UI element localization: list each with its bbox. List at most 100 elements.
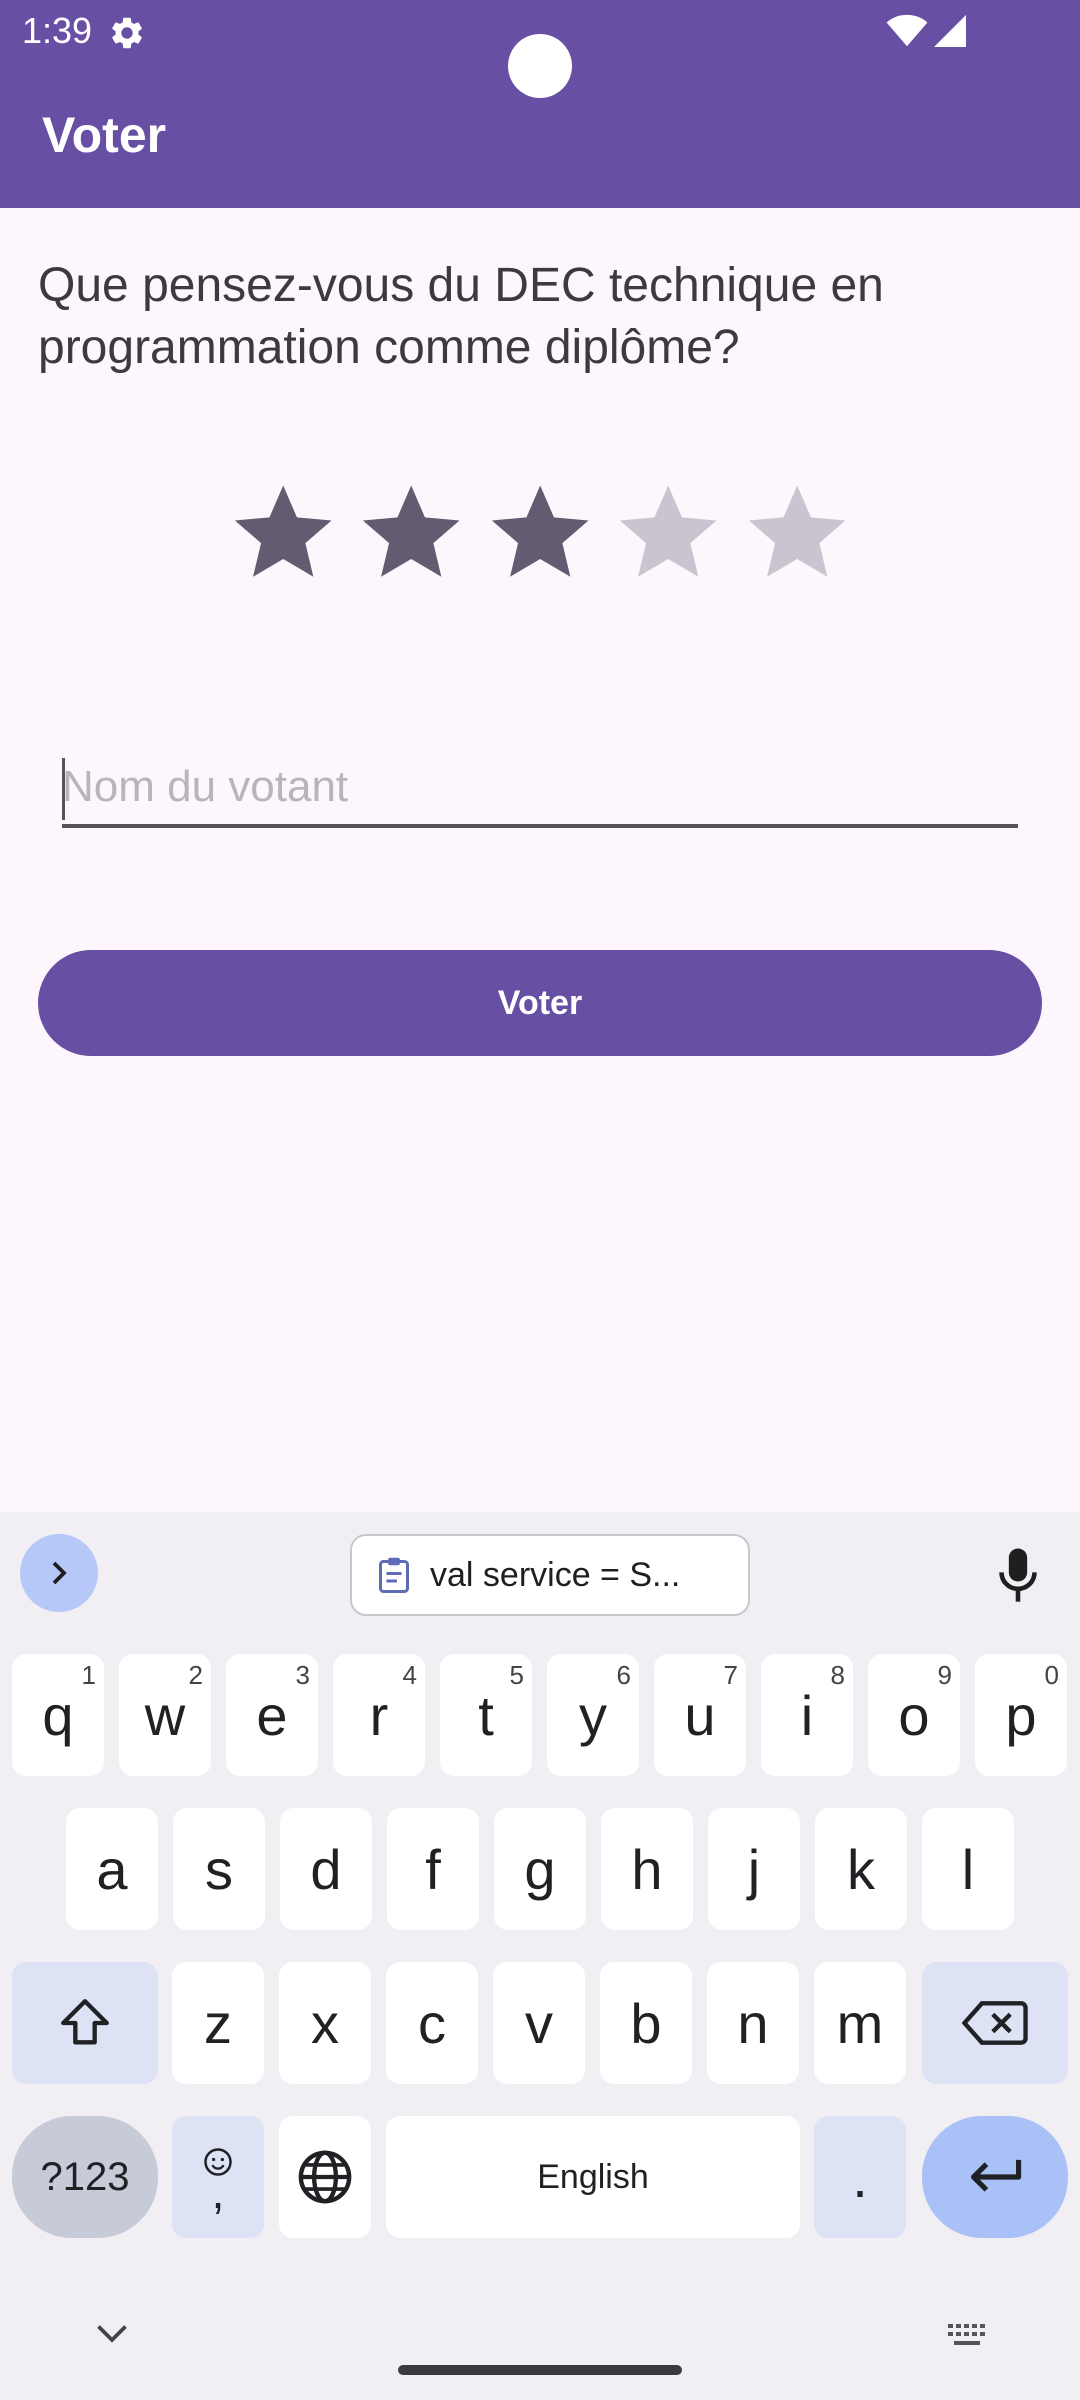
key-l[interactable]: l xyxy=(922,1808,1014,1930)
wifi-icon xyxy=(886,14,928,47)
star-filled-icon[interactable] xyxy=(358,478,464,586)
key-d-label: d xyxy=(310,1837,342,1901)
key-r-hint: 4 xyxy=(402,1660,417,1690)
star-filled-icon[interactable] xyxy=(487,478,593,586)
microphone-icon[interactable] xyxy=(996,1546,1040,1606)
key-t-hint: 5 xyxy=(509,1660,524,1690)
key-o-hint: 9 xyxy=(937,1660,952,1690)
text-caret xyxy=(62,758,65,820)
key-c-label: c xyxy=(418,1991,446,2055)
key-x[interactable]: x xyxy=(279,1962,371,2084)
key-y-hint: 6 xyxy=(616,1660,631,1690)
app-bar: 1:39 Voter xyxy=(0,0,1080,208)
key-u-hint: 7 xyxy=(723,1660,738,1690)
key-z[interactable]: z xyxy=(172,1962,264,2084)
key-z-label: z xyxy=(204,1991,232,2055)
key-w[interactable]: w2 xyxy=(119,1654,211,1776)
key-a[interactable]: a xyxy=(66,1808,158,1930)
key-r[interactable]: r4 xyxy=(333,1654,425,1776)
keyboard-switch-icon[interactable] xyxy=(946,2322,990,2350)
key-s[interactable]: s xyxy=(173,1808,265,1930)
key-i-label: i xyxy=(800,1683,814,1747)
symbols-key[interactable]: ?123 xyxy=(12,2116,158,2238)
key-m-label: m xyxy=(836,1991,884,2055)
period-key-label: . xyxy=(852,2145,868,2209)
key-f[interactable]: f xyxy=(387,1808,479,1930)
key-t[interactable]: t5 xyxy=(440,1654,532,1776)
key-k[interactable]: k xyxy=(815,1808,907,1930)
key-h-label: h xyxy=(631,1837,663,1901)
star-empty-icon[interactable] xyxy=(744,478,850,586)
key-g[interactable]: g xyxy=(494,1808,586,1930)
key-m[interactable]: m xyxy=(814,1962,906,2084)
clipboard-icon xyxy=(379,1557,409,1593)
language-key[interactable] xyxy=(279,2116,371,2238)
soft-keyboard: val service = S... q1w2e3r4t5y6u7i8o9p0a… xyxy=(0,1512,1080,2400)
key-u-label: u xyxy=(684,1683,716,1747)
symbols-key-label: ?123 xyxy=(40,2154,130,2199)
key-t-label: t xyxy=(478,1683,494,1747)
key-r-label: r xyxy=(369,1683,389,1747)
space-key[interactable]: English xyxy=(386,2116,800,2238)
voter-name-field[interactable] xyxy=(62,750,1018,828)
key-e-hint: 3 xyxy=(295,1660,310,1690)
key-b[interactable]: b xyxy=(600,1962,692,2084)
enter-arrow-icon xyxy=(971,2159,1022,2192)
key-w-hint: 2 xyxy=(188,1660,203,1690)
vote-button[interactable]: Voter xyxy=(38,950,1042,1056)
shift-icon xyxy=(61,1999,109,2045)
key-s-label: s xyxy=(205,1837,233,1901)
key-x-label: x xyxy=(311,1991,339,2055)
key-q-hint: 1 xyxy=(81,1660,96,1690)
keyboard-expand-button[interactable] xyxy=(20,1534,98,1612)
key-c[interactable]: c xyxy=(386,1962,478,2084)
shift-key[interactable] xyxy=(12,1962,158,2084)
key-h[interactable]: h xyxy=(601,1808,693,1930)
key-q-label: q xyxy=(42,1683,74,1747)
enter-key[interactable] xyxy=(922,2116,1068,2238)
key-i[interactable]: i8 xyxy=(761,1654,853,1776)
chevron-right-icon xyxy=(52,1561,67,1585)
key-a-label: a xyxy=(96,1837,128,1901)
period-key[interactable]: . xyxy=(814,2116,906,2238)
star-empty-icon[interactable] xyxy=(615,478,721,586)
key-p[interactable]: p0 xyxy=(975,1654,1067,1776)
star-filled-icon[interactable] xyxy=(230,478,336,586)
key-v[interactable]: v xyxy=(493,1962,585,2084)
key-p-hint: 0 xyxy=(1044,1660,1059,1690)
signal-icon xyxy=(934,15,966,47)
key-y-label: y xyxy=(579,1683,607,1747)
key-d[interactable]: d xyxy=(280,1808,372,1930)
voter-name-input[interactable] xyxy=(62,750,1018,824)
hide-keyboard-icon[interactable] xyxy=(94,2322,130,2346)
key-o[interactable]: o9 xyxy=(868,1654,960,1776)
key-n-label: n xyxy=(737,1991,769,2055)
key-f-label: f xyxy=(425,1837,441,1901)
key-y[interactable]: y6 xyxy=(547,1654,639,1776)
backspace-icon xyxy=(962,2001,1028,2045)
emoji-comma-key[interactable]: , xyxy=(172,2116,264,2238)
backspace-key[interactable] xyxy=(922,1962,1068,2084)
key-e[interactable]: e3 xyxy=(226,1654,318,1776)
home-indicator[interactable] xyxy=(398,2365,682,2375)
key-p-label: p xyxy=(1005,1683,1037,1747)
key-w-label: w xyxy=(144,1683,186,1747)
key-n[interactable]: n xyxy=(707,1962,799,2084)
space-key-label: English xyxy=(537,2157,649,2196)
key-u[interactable]: u7 xyxy=(654,1654,746,1776)
key-o-label: o xyxy=(898,1683,930,1747)
key-v-label: v xyxy=(525,1991,553,2055)
globe-icon xyxy=(298,2150,352,2204)
rating-bar[interactable] xyxy=(230,478,850,588)
clipboard-text: val service = S... xyxy=(430,1555,681,1594)
question-text: Que pensez-vous du DEC technique en prog… xyxy=(38,259,884,374)
clipboard-suggestion-chip[interactable]: val service = S... xyxy=(350,1534,750,1616)
key-l-label: l xyxy=(961,1837,975,1901)
gear-icon xyxy=(112,17,142,49)
key-b-label: b xyxy=(630,1991,662,2055)
status-time: 1:39 xyxy=(22,10,93,51)
key-q[interactable]: q1 xyxy=(12,1654,104,1776)
key-e-label: e xyxy=(256,1683,288,1747)
key-g-label: g xyxy=(524,1837,556,1901)
key-j[interactable]: j xyxy=(708,1808,800,1930)
